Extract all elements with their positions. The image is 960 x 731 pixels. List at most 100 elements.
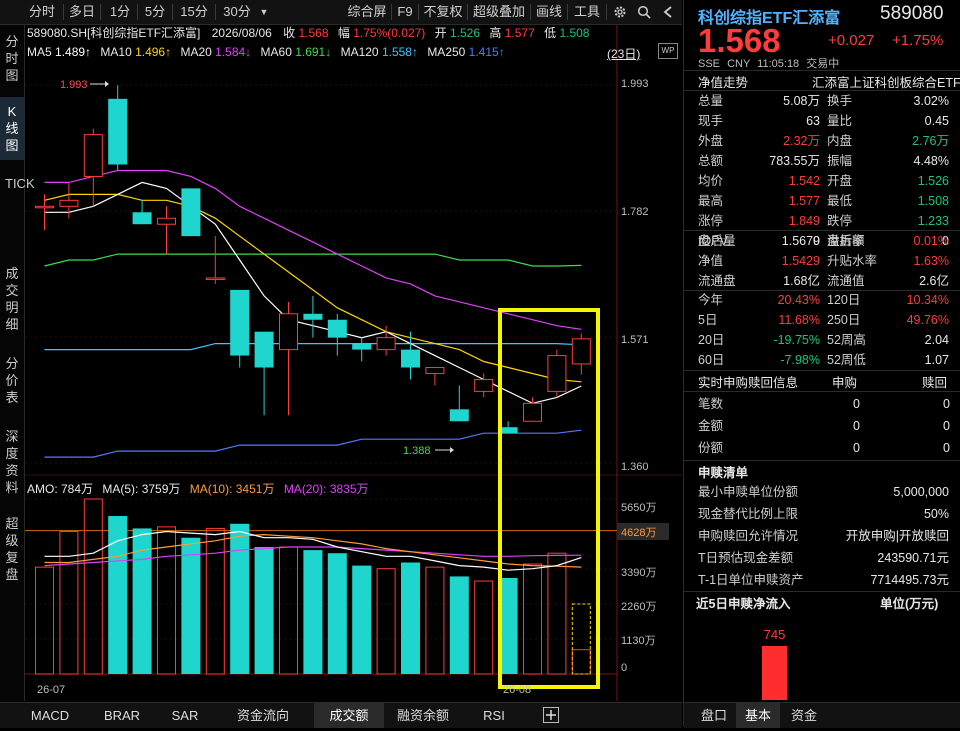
period-tab-5min[interactable]: 5分: [140, 0, 170, 24]
search-icon[interactable]: [633, 0, 655, 24]
period-tab-multiday[interactable]: 多日: [66, 0, 98, 24]
draw-line-button[interactable]: 画线: [533, 0, 565, 24]
price-change-pct: +1.75%: [892, 32, 944, 49]
stat-value: 0.45: [924, 114, 949, 128]
nav-price-table[interactable]: 分价表: [5, 355, 19, 406]
redemption-title: 实时申购赎回信息: [698, 376, 799, 390]
toolbar-divider: [567, 4, 568, 20]
open-label: 开: [434, 26, 447, 40]
stat-value: 1.63%: [913, 254, 949, 268]
stat-value: 1.849: [788, 214, 820, 228]
no-adjust-button[interactable]: 不复权: [421, 0, 465, 24]
tab-macd[interactable]: MACD: [24, 703, 76, 728]
high-mark-label: 1.993: [60, 79, 88, 91]
tab-sar[interactable]: SAR: [162, 703, 208, 728]
chart-date: 2026/08/06: [211, 26, 272, 40]
tab-funds[interactable]: 资金: [782, 703, 826, 728]
candle-body: [523, 402, 542, 422]
redemption-row-label: 份额: [698, 441, 724, 455]
high-value: 1.577: [504, 26, 535, 40]
period-tab-1min[interactable]: 1分: [104, 0, 136, 24]
volume-axis-label: 2260万: [621, 601, 656, 613]
volume-bar: [83, 498, 103, 675]
f9-button[interactable]: F9: [394, 0, 416, 24]
volume-bar: [327, 553, 347, 674]
candle-body: [303, 313, 323, 320]
tab-fund-flow[interactable]: 资金流向: [228, 703, 298, 728]
candle-body: [83, 134, 103, 177]
tab-rsi[interactable]: RSI: [472, 703, 516, 728]
stat-value: 1.542: [788, 174, 820, 188]
toolbar-divider: [172, 4, 173, 20]
chart-area[interactable]: 1.993 1.388 1.993 1.782 1.571 1.360 5650…: [25, 25, 682, 701]
tab-brar[interactable]: BRAR: [96, 703, 148, 728]
vol-ma5-label: MA(5): 3759万: [102, 482, 181, 496]
stat-value: 2.04: [924, 333, 949, 347]
ma10-label: MA10 1.496↑: [100, 45, 172, 59]
top-toolbar: 分时 多日 1分 5分 15分 30分 ▼ 综合屏 F9 不复权 超级叠加 画线…: [0, 0, 682, 25]
redemption-buy-value: 0: [853, 397, 860, 411]
stat-value: 2.6亿: [919, 274, 949, 288]
stat-value: 2.76万: [912, 134, 949, 148]
redemption-row-label: 金额: [698, 419, 724, 433]
nav-trade-detail[interactable]: 成交明细: [5, 265, 19, 333]
nav-depth-info[interactable]: 深度资料: [5, 428, 19, 496]
volume-axis-label: 5650万: [621, 502, 656, 514]
candle-body: [230, 289, 250, 356]
redemption-sell-value: 0: [943, 397, 950, 411]
kline-chart[interactable]: 1.993 1.388 1.993 1.782 1.571 1.360 5650…: [25, 25, 682, 701]
volume-bar: [279, 546, 298, 675]
ma20-label: MA20 1.584↓: [180, 45, 252, 59]
candle-body: [401, 349, 420, 368]
trading-status: 交易中: [806, 58, 840, 70]
nav-kline-chart[interactable]: K线图: [0, 97, 24, 160]
price-axis-label: 1.360: [621, 461, 649, 473]
list-row-value: 243590.71元: [877, 551, 949, 565]
tab-turnover[interactable]: 成交额: [314, 703, 384, 728]
nav-tick[interactable]: TICK: [5, 175, 35, 192]
stat-value: 1.07: [924, 353, 949, 367]
stat-value: 1.68亿: [783, 274, 820, 288]
add-indicator-icon[interactable]: [540, 703, 562, 728]
candle-body: [59, 199, 79, 207]
toolbar-divider: [467, 4, 468, 20]
redemption-sell-value: 0: [943, 441, 950, 455]
redemption-buy-value: 0: [853, 419, 860, 433]
composite-screen-button[interactable]: 综合屏: [344, 0, 390, 24]
netflow-bar: [762, 646, 787, 700]
market-code: SSE: [698, 58, 721, 70]
volume-legend: AMO: 784万 MA(5): 3759万 MA(10): 3451万 MA(…: [27, 481, 369, 497]
period-count-badge[interactable]: (23日): [607, 45, 640, 62]
period-dropdown-icon[interactable]: ▼: [256, 0, 272, 24]
stat-value: 1.508: [917, 194, 949, 208]
list-row-value: 50%: [923, 507, 949, 521]
change-label: 幅: [337, 26, 350, 40]
tab-basic[interactable]: 基本: [736, 703, 780, 728]
period-tab-intraday[interactable]: 分时: [22, 0, 62, 24]
settings-gear-icon[interactable]: [609, 0, 631, 24]
prev-arrow-icon[interactable]: [657, 0, 679, 24]
super-overlay-button[interactable]: 超级叠加: [470, 0, 528, 24]
stat-value: 783.55万: [769, 154, 820, 168]
wp-icon[interactable]: WP: [658, 43, 678, 59]
price-axis-label: 1.993: [621, 78, 649, 90]
nav-super-replay[interactable]: 超级复盘: [5, 515, 19, 583]
period-tab-15min[interactable]: 15分: [175, 0, 213, 24]
candle-body: [254, 331, 274, 368]
candle-body: [181, 188, 201, 237]
volume-bar: [230, 523, 250, 674]
stat-value: 5.08万: [783, 94, 820, 108]
toolbar-divider: [530, 4, 531, 20]
tools-button[interactable]: 工具: [570, 0, 604, 24]
tab-order-book[interactable]: 盘口: [692, 703, 736, 728]
netflow-title: 近5日申赎净流入: [696, 597, 791, 611]
period-tab-30min[interactable]: 30分: [219, 0, 255, 24]
low-value: 1.508: [559, 26, 590, 40]
tab-margin-balance[interactable]: 融资余额: [388, 703, 458, 728]
nav-trend-link[interactable]: 净值走势: [698, 72, 748, 91]
volume-bar: [376, 568, 396, 675]
volume-bar: [474, 580, 494, 675]
nav-intraday-chart[interactable]: 分时图: [5, 33, 19, 84]
volume-bar: [401, 562, 420, 674]
stat-value: 4.48%: [913, 154, 949, 168]
